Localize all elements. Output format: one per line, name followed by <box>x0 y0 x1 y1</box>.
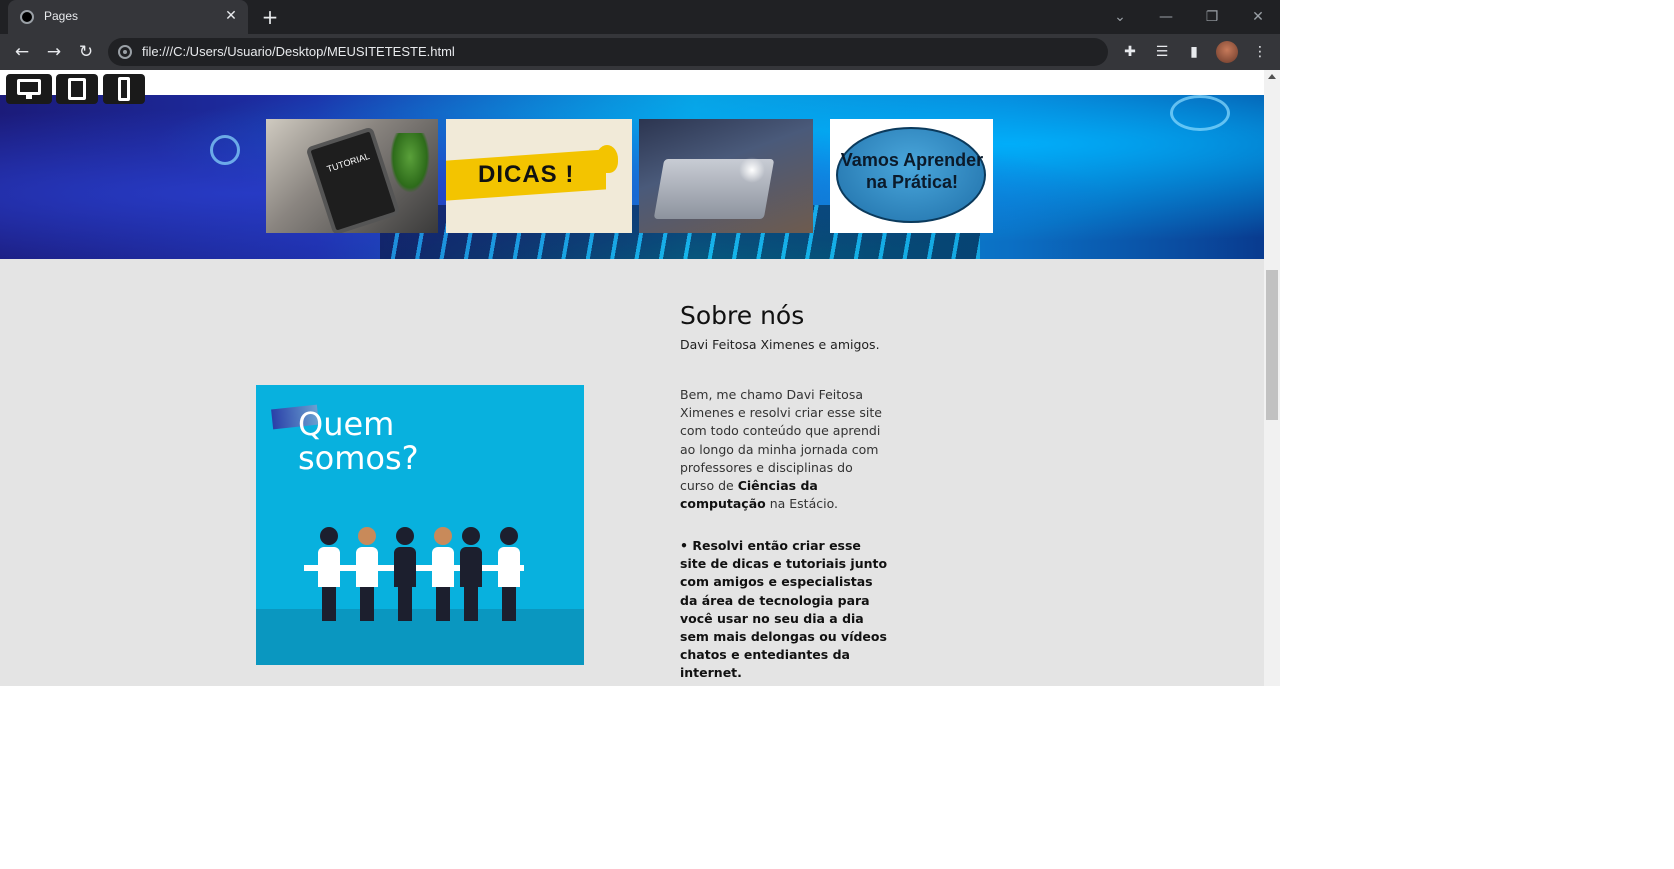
usb-circle-graphic <box>1170 95 1230 131</box>
lightbulb-icon <box>596 145 618 173</box>
dicas-label: DICAS ! <box>478 161 575 188</box>
favicon-icon <box>20 10 34 24</box>
person-graphic <box>318 527 340 621</box>
restore-button[interactable]: ❐ <box>1200 6 1224 28</box>
close-window-button[interactable]: ✕ <box>1246 6 1270 28</box>
floor-graphic <box>256 609 584 665</box>
glow-graphic <box>739 157 765 183</box>
tablet-view-button[interactable] <box>56 74 98 104</box>
about-section: Quem somos? Sobre nós Davi Feitosa Ximen… <box>0 259 1264 686</box>
url-text[interactable]: file:///C:/Users/Usuario/Desktop/MEUSITE… <box>142 44 455 59</box>
desktop-icon <box>17 79 41 95</box>
forward-button[interactable]: → <box>42 40 66 64</box>
person-graphic <box>394 527 416 621</box>
hero-banner: TUTORIAL DICAS ! Vamos Aprender na Práti… <box>0 95 1264 259</box>
side-panel-icon[interactable]: ▮ <box>1182 40 1206 64</box>
tab-title: Pages <box>44 9 79 23</box>
profile-avatar[interactable] <box>1216 41 1238 63</box>
tutorial-thumbnail[interactable]: TUTORIAL <box>266 119 438 233</box>
back-button[interactable]: ← <box>10 40 34 64</box>
kebab-menu-icon[interactable]: ⋮ <box>1248 40 1272 64</box>
vamos-aprender-thumbnail[interactable]: Vamos Aprender na Prática! <box>830 119 993 233</box>
tablet-icon <box>68 78 86 100</box>
media-queue-icon[interactable]: ☰ <box>1150 40 1174 64</box>
reload-button[interactable]: ↻ <box>74 40 98 64</box>
quem-somos-image: Quem somos? <box>256 385 584 665</box>
person-graphic <box>356 527 378 621</box>
dicas-thumbnail[interactable]: DICAS ! <box>446 119 632 233</box>
browser-toolbar: ← → ↻ file:///C:/Users/Usuario/Desktop/M… <box>0 34 1280 70</box>
page-viewport: TUTORIAL DICAS ! Vamos Aprender na Práti… <box>0 70 1280 686</box>
quem-somos-text: Quem somos? <box>298 405 419 477</box>
scroll-thumb[interactable] <box>1266 270 1278 420</box>
scroll-up-arrow-icon[interactable] <box>1268 74 1276 79</box>
tablet-graphic: TUTORIAL <box>305 126 401 233</box>
about-title: Sobre nós <box>680 301 805 330</box>
tab-pages[interactable]: Pages ✕ <box>8 0 248 34</box>
minimize-button[interactable]: — <box>1154 6 1178 28</box>
address-bar[interactable]: file:///C:/Users/Usuario/Desktop/MEUSITE… <box>108 38 1108 66</box>
extensions-puzzle-icon[interactable]: ✚ <box>1118 40 1142 64</box>
person-graphic <box>498 527 520 621</box>
about-paragraph-2: • Resolvi então criar esse site de dicas… <box>680 538 888 681</box>
person-graphic <box>432 527 454 621</box>
about-paragraph-1: Bem, me chamo Davi Feitosa Ximenes e res… <box>680 386 890 513</box>
tutorial-label: TUTORIAL <box>325 150 371 175</box>
desktop-stand <box>26 95 32 99</box>
close-tab-icon[interactable]: ✕ <box>222 7 240 25</box>
new-tab-button[interactable]: + <box>258 6 282 30</box>
tab-search-icon[interactable]: ⌄ <box>1108 6 1132 28</box>
paragraph1-tail: na Estácio. <box>769 496 838 512</box>
laptop-thumbnail[interactable] <box>639 119 813 233</box>
desktop-view-button[interactable] <box>6 74 52 104</box>
plant-graphic <box>390 133 430 193</box>
site-info-icon[interactable] <box>118 45 132 59</box>
vamos-aprender-label: Vamos Aprender na Prática! <box>840 150 984 192</box>
person-graphic <box>460 527 482 621</box>
browser-window: Pages ✕ + ⌄ — ❐ ✕ ← → ↻ file:///C:/Users… <box>0 0 1280 686</box>
about-subtitle: Davi Feitosa Ximenes e amigos. <box>680 337 880 352</box>
phone-icon <box>118 77 130 101</box>
tab-strip: Pages ✕ + ⌄ — ❐ ✕ <box>0 0 1280 34</box>
circle-graphic <box>210 135 240 165</box>
phone-view-button[interactable] <box>103 74 145 104</box>
vertical-scrollbar[interactable] <box>1264 70 1280 686</box>
